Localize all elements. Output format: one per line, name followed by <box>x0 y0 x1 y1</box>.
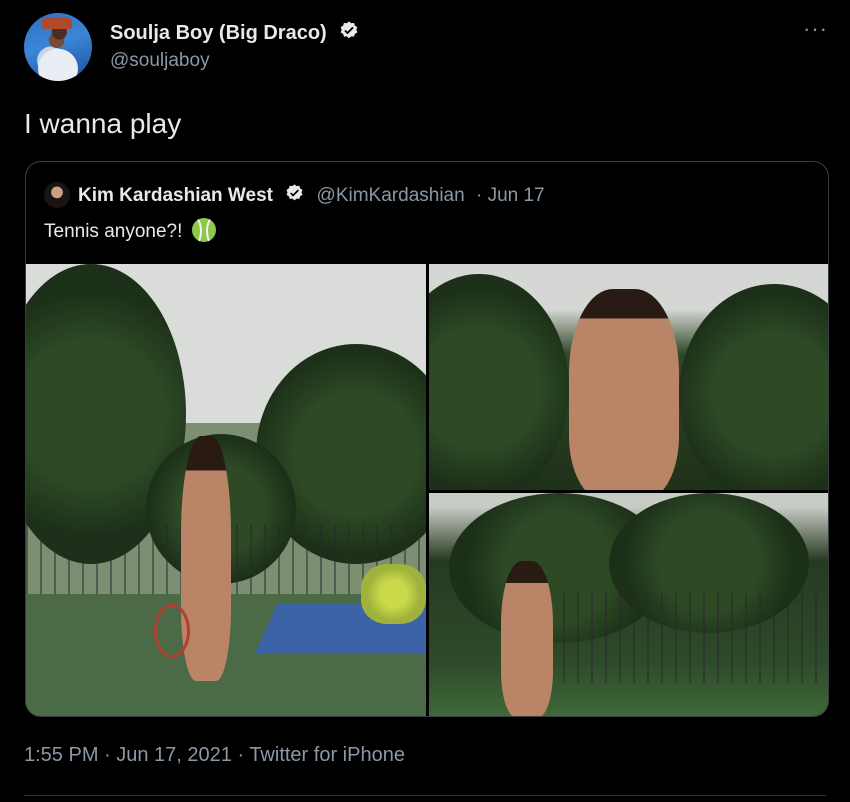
tweet-text: I wanna play <box>24 108 182 139</box>
photo-2[interactable] <box>429 264 828 490</box>
tennis-racket <box>154 604 190 658</box>
quoted-date[interactable]: · Jun 17 <box>476 185 545 206</box>
tennis-ball-icon <box>191 218 216 242</box>
photo-1[interactable] <box>26 264 426 716</box>
quoted-verified-badge-icon <box>286 184 303 201</box>
photo-3[interactable] <box>429 493 828 716</box>
quoted-header: Kim Kardashian West @KimKardashian · Jun… <box>78 183 545 207</box>
palm-tree-foliage <box>679 284 828 490</box>
more-options-icon[interactable]: ··· <box>803 16 828 42</box>
quoted-tweet[interactable]: Kim Kardashian West @KimKardashian · Jun… <box>25 161 829 717</box>
quoted-handle[interactable]: @KimKardashian <box>317 185 465 206</box>
quoted-text: Tennis anyone?! <box>44 218 216 243</box>
quoted-text-content: Tennis anyone?! <box>44 221 183 242</box>
verified-badge-icon <box>340 21 358 39</box>
person-figure <box>501 561 553 716</box>
author-handle[interactable]: @souljaboy <box>110 50 210 72</box>
palm-tree-foliage <box>429 274 569 490</box>
author-display-name[interactable]: Soulja Boy (Big Draco) <box>110 20 360 45</box>
quoted-display-name[interactable]: Kim Kardashian West <box>78 185 273 206</box>
person-figure <box>569 289 679 490</box>
divider <box>24 795 826 796</box>
person-figure <box>181 436 231 681</box>
tennis-ball-basket <box>361 564 426 624</box>
quoted-avatar[interactable] <box>44 182 70 208</box>
court-fence <box>549 593 828 683</box>
tweet-timestamp[interactable]: 1:55 PM · Jun 17, 2021 · Twitter for iPh… <box>24 744 405 767</box>
author-avatar[interactable] <box>24 13 92 81</box>
